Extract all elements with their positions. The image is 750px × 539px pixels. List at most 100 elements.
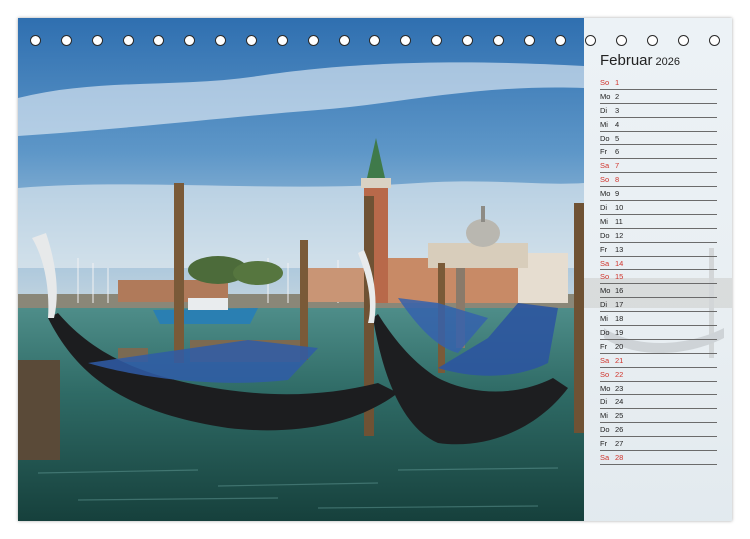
day-number: 20	[615, 341, 624, 351]
day-row: Di 17	[600, 298, 717, 313]
day-row: Fr 6	[600, 145, 717, 160]
weekday-label: Fr	[600, 147, 608, 157]
binding-hole	[122, 34, 134, 46]
binding-hole	[184, 34, 196, 46]
day-number: 9	[615, 189, 620, 199]
binding-hole	[30, 34, 41, 46]
day-number: 5	[615, 133, 620, 143]
day-row: Di 10	[600, 201, 717, 215]
weekday-label: So	[600, 369, 610, 379]
weekday-label: Fr	[600, 341, 608, 351]
day-row: Mo 9	[600, 187, 717, 202]
weekday-label: Mi	[600, 411, 608, 421]
day-row: Mi 11	[600, 215, 717, 229]
weekday-label: Fr	[600, 439, 608, 449]
binding-hole	[246, 34, 258, 46]
day-row: Do 12	[600, 229, 717, 243]
binding-hole	[400, 34, 412, 46]
weekday-label: Do	[600, 328, 610, 338]
weekday-label: Sa	[600, 453, 610, 463]
weekday-label: Do	[600, 230, 610, 240]
weekday-label: Di	[600, 105, 608, 115]
day-number: 21	[615, 355, 624, 365]
weekday-label: Do	[600, 425, 610, 435]
weekday-label: Fr	[600, 244, 608, 254]
binding-hole	[462, 34, 474, 46]
weekday-label: So	[600, 272, 610, 282]
day-number: 10	[615, 203, 624, 213]
weekday-label: Mi	[600, 314, 608, 324]
binding-hole	[523, 34, 535, 46]
day-row: Di 24	[600, 395, 717, 410]
day-row: Sa 7	[600, 159, 717, 174]
day-row: Fr 27	[600, 437, 717, 452]
venice-gondolas-photo	[18, 18, 584, 521]
day-number: 16	[615, 286, 624, 296]
weekday-label: Mo	[600, 383, 611, 393]
weekday-label: Mi	[600, 216, 608, 226]
day-number: 7	[615, 161, 620, 171]
day-row: Mo 2	[600, 90, 717, 104]
calendar-page: Februar 2026 So 1 Mo 2 Di 3 Mi 4 Do 5 Fr 6 Sa 7 So 8 Mo 9 D…	[18, 18, 732, 521]
day-number: 28	[615, 453, 624, 463]
weekday-label: Mo	[600, 189, 611, 199]
weekday-label: So	[600, 78, 610, 87]
day-number: 4	[615, 119, 620, 129]
year-label: 2026	[655, 56, 681, 68]
day-row: Do 26	[600, 423, 717, 438]
binding-hole	[708, 34, 720, 46]
binding-hole	[554, 34, 566, 46]
day-row: Sa 14	[600, 257, 717, 271]
weekday-label: Sa	[600, 355, 610, 365]
day-number: 8	[615, 175, 620, 185]
day-number: 22	[615, 369, 624, 379]
binding-hole	[338, 34, 350, 46]
binding-hole	[215, 34, 227, 46]
day-number: 26	[615, 425, 624, 435]
day-number: 19	[615, 328, 624, 338]
weekday-label: Di	[600, 397, 608, 407]
day-number: 13	[615, 244, 624, 254]
binding-hole	[678, 34, 690, 46]
binding-hole	[369, 34, 381, 46]
day-row: Do 19	[600, 326, 717, 340]
weekday-label: Mi	[600, 119, 608, 129]
day-row: Mo 16	[600, 284, 717, 299]
weekday-label: Do	[600, 133, 610, 143]
day-number: 24	[615, 397, 624, 407]
day-row: Sa 21	[600, 354, 717, 368]
day-row: So 15	[600, 270, 717, 285]
binding-hole	[492, 34, 504, 46]
day-number: 3	[615, 105, 620, 115]
day-row: Fr 20	[600, 340, 717, 354]
binding-hole	[431, 34, 443, 46]
binding-hole	[307, 34, 319, 46]
day-row: Mi 4	[600, 118, 717, 132]
weekday-label: So	[600, 175, 610, 185]
day-row: Mi 18	[600, 312, 717, 327]
day-row: Do 5	[600, 132, 717, 146]
weekday-label: Sa	[600, 161, 610, 171]
day-number: 1	[615, 78, 620, 87]
weekday-label: Sa	[600, 258, 610, 268]
day-list: So 1 Mo 2 Di 3 Mi 4 Do 5 Fr 6 Sa 7 So 8 Mo 9 Di 10 Mi 11 Do 12 F…	[600, 76, 717, 465]
binding-holes	[30, 32, 720, 48]
day-row: So 8	[600, 173, 717, 188]
day-number: 11	[615, 216, 623, 226]
day-number: 18	[615, 314, 624, 324]
day-number: 14	[615, 258, 624, 268]
day-number: 17	[615, 300, 624, 310]
day-number: 2	[615, 91, 620, 101]
weekday-label: Di	[600, 203, 608, 213]
weekday-label: Di	[600, 300, 608, 310]
binding-hole	[276, 34, 288, 46]
binding-hole	[91, 34, 103, 46]
weekday-label: Mo	[600, 91, 611, 101]
binding-hole	[647, 34, 659, 46]
binding-hole	[153, 34, 165, 46]
day-row: So 1	[600, 76, 717, 90]
day-row: Sa 28	[600, 451, 717, 465]
day-number: 23	[615, 383, 624, 393]
month-name: Februar	[600, 52, 653, 69]
weekday-label: Mo	[600, 286, 611, 296]
